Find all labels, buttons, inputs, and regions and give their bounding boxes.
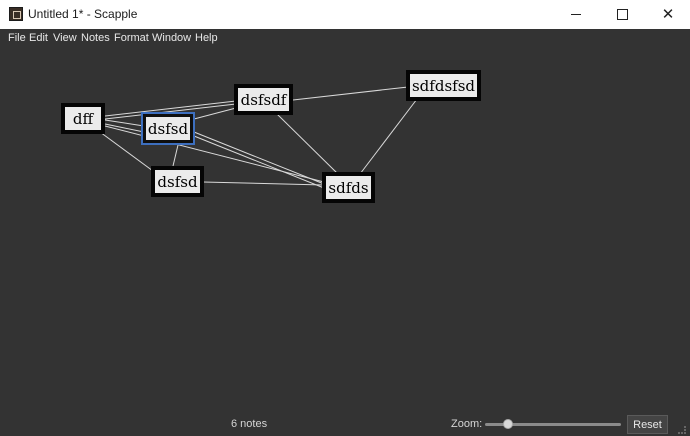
note-dsfsd-selected[interactable]: dsfsd [141, 112, 195, 145]
connector-line [276, 113, 339, 175]
connector-line [193, 107, 237, 120]
connector-line [193, 135, 325, 189]
menu-view[interactable]: View [53, 32, 77, 44]
reset-zoom-button[interactable]: Reset [627, 415, 668, 434]
menu-help[interactable]: Help [195, 32, 218, 44]
title-bar[interactable]: Untitled 1* - Scapple ✕ [0, 0, 690, 29]
window-title: Untitled 1* - Scapple [28, 7, 138, 21]
note-sdfdsfsd[interactable]: sdfdsfsd [406, 70, 481, 101]
maximize-button[interactable] [599, 0, 645, 29]
note-dff[interactable]: dff [61, 103, 105, 134]
connector-line [104, 125, 325, 183]
note-canvas[interactable]: dff dsfsd dsfsdf sdfdsfsd dsfsd sdfds [5, 48, 685, 410]
menu-notes[interactable]: Notes [81, 32, 110, 44]
scapple-window: Untitled 1* - Scapple ✕ File Edit View N… [0, 0, 690, 436]
zoom-slider-thumb[interactable] [502, 419, 513, 429]
connector-line [193, 131, 325, 185]
app-icon [9, 7, 23, 21]
note-dsfsdf[interactable]: dsfsdf [234, 84, 293, 115]
connector-line [292, 86, 409, 101]
menu-file[interactable]: File [8, 32, 26, 44]
maximize-icon [616, 9, 628, 20]
connector-line [172, 144, 179, 167]
note-sdfds[interactable]: sdfds [322, 172, 375, 203]
status-bar: 6 notes Zoom: Reset [0, 410, 690, 436]
menu-edit[interactable]: Edit [29, 32, 48, 44]
menu-bar: File Edit View Notes Format Window Help [0, 29, 690, 48]
minimize-button[interactable] [553, 0, 599, 29]
connector-line [359, 98, 418, 175]
connector-line [202, 181, 325, 186]
note-dsfsd-lower[interactable]: dsfsd [151, 166, 204, 197]
menu-window[interactable]: Window [152, 32, 191, 44]
minimize-icon [571, 14, 581, 15]
menu-format[interactable]: Format [114, 32, 149, 44]
close-button[interactable]: ✕ [645, 0, 690, 29]
note-count: 6 notes [231, 418, 268, 430]
resize-grip-icon[interactable] [678, 426, 686, 434]
close-icon: ✕ [661, 5, 675, 23]
zoom-slider[interactable] [485, 419, 621, 429]
zoom-label: Zoom: [451, 418, 483, 430]
connector-lines [99, 86, 418, 189]
